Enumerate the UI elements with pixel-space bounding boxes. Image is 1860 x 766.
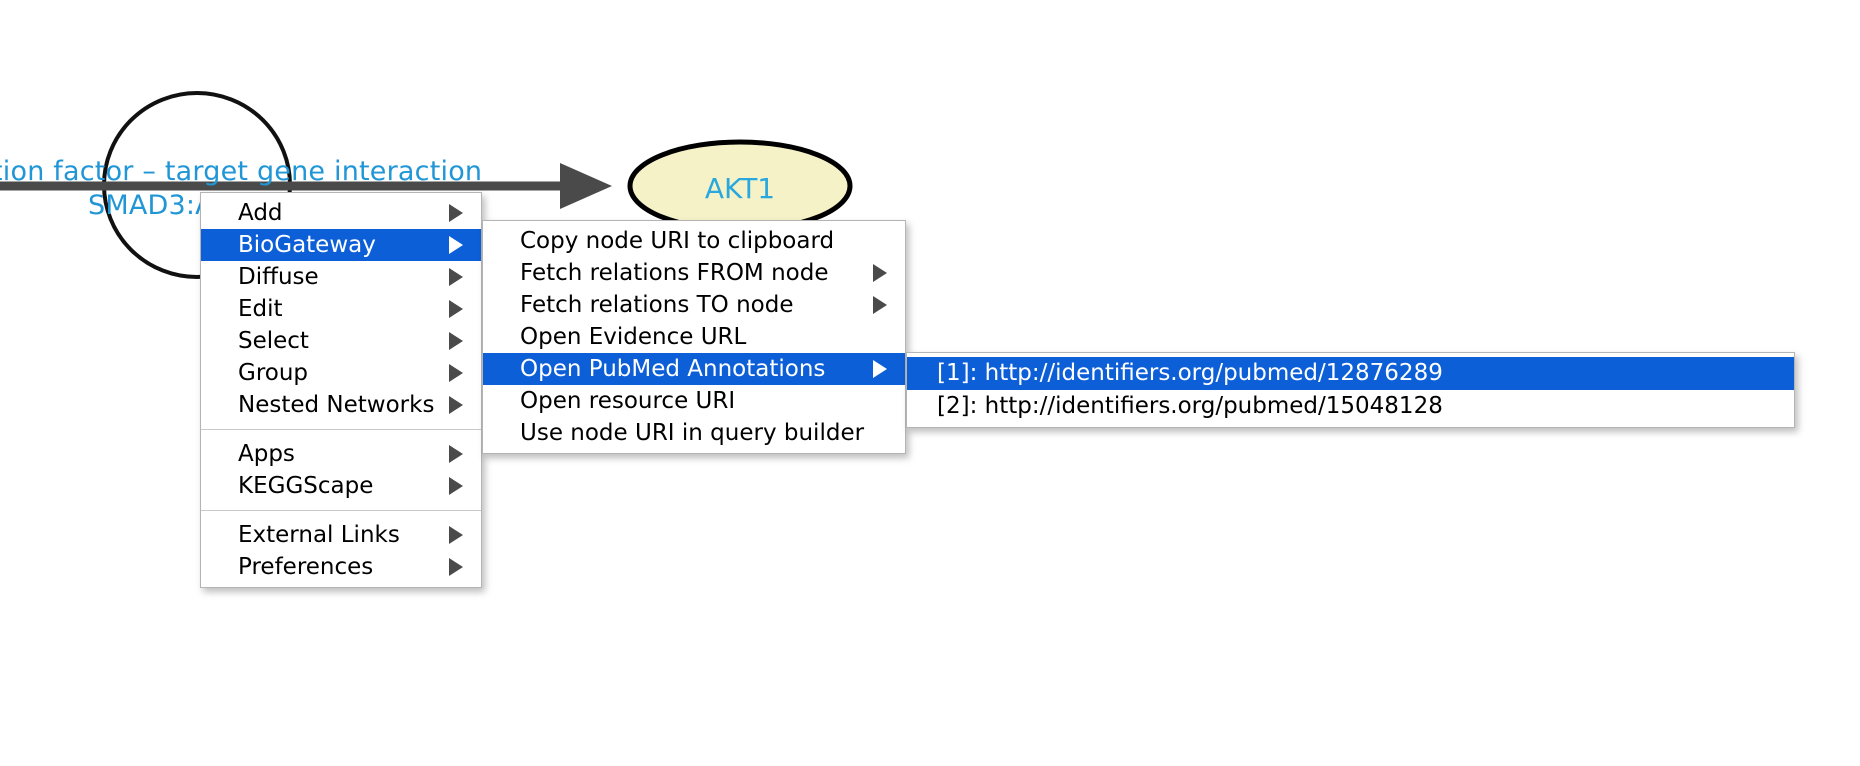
menu-item-label: Apps bbox=[238, 441, 295, 467]
menu-item-fetch-relations-to-node[interactable]: Fetch relations TO node bbox=[483, 289, 905, 321]
menu-item-label: Open Evidence URL bbox=[520, 324, 747, 350]
menu-item-add[interactable]: Add bbox=[201, 197, 481, 229]
menu-item-label: [2]: http://identifiers.org/pubmed/15048… bbox=[937, 393, 1443, 419]
menu-item-label: Fetch relations TO node bbox=[520, 292, 794, 318]
chevron-right-icon bbox=[449, 300, 463, 318]
edge-arrowhead bbox=[560, 163, 612, 209]
chevron-right-icon bbox=[873, 296, 887, 314]
menu-item-label: BioGateway bbox=[238, 232, 376, 258]
menu-item-edit[interactable]: Edit bbox=[201, 293, 481, 325]
menu-item-label: Use node URI in query builder bbox=[520, 420, 865, 446]
chevron-right-icon bbox=[449, 236, 463, 254]
chevron-right-icon bbox=[449, 332, 463, 350]
chevron-right-icon bbox=[449, 204, 463, 222]
edge-label-line-1: tion factor – target gene interaction bbox=[0, 156, 483, 187]
pubmed-annotations-submenu[interactable]: [1]: http://identifiers.org/pubmed/12876… bbox=[906, 352, 1795, 428]
menu-item-keggscape[interactable]: KEGGScape bbox=[201, 470, 481, 502]
menu-item-pubmed-link-2[interactable]: [2]: http://identifiers.org/pubmed/15048… bbox=[907, 390, 1794, 423]
menu-item-label: Open PubMed Annotations bbox=[520, 356, 826, 382]
context-menu[interactable]: Add BioGateway Diffuse Edit Select Group… bbox=[200, 192, 482, 588]
chevron-right-icon bbox=[449, 558, 463, 576]
menu-item-external-links[interactable]: External Links bbox=[201, 519, 481, 551]
node-akt1-label: AKT1 bbox=[704, 172, 776, 205]
menu-item-label: Diffuse bbox=[238, 264, 319, 290]
chevron-right-icon bbox=[873, 264, 887, 282]
menu-item-apps[interactable]: Apps bbox=[201, 438, 481, 470]
menu-item-label: KEGGScape bbox=[238, 473, 374, 499]
menu-item-label: Preferences bbox=[238, 554, 374, 580]
menu-item-label: External Links bbox=[238, 522, 400, 548]
chevron-right-icon bbox=[449, 477, 463, 495]
menu-item-preferences[interactable]: Preferences bbox=[201, 551, 481, 583]
menu-item-label: Fetch relations FROM node bbox=[520, 260, 829, 286]
menu-item-open-evidence-url[interactable]: Open Evidence URL bbox=[483, 321, 905, 353]
chevron-right-icon bbox=[873, 360, 887, 378]
chevron-right-icon bbox=[449, 268, 463, 286]
menu-separator bbox=[201, 429, 481, 430]
menu-item-copy-node-uri[interactable]: Copy node URI to clipboard bbox=[483, 225, 905, 257]
chevron-right-icon bbox=[449, 364, 463, 382]
menu-item-label: Open resource URI bbox=[520, 388, 736, 414]
menu-item-diffuse[interactable]: Diffuse bbox=[201, 261, 481, 293]
menu-separator bbox=[201, 510, 481, 511]
menu-item-nested-networks[interactable]: Nested Networks bbox=[201, 389, 481, 421]
menu-item-label: Group bbox=[238, 360, 309, 386]
menu-item-select[interactable]: Select bbox=[201, 325, 481, 357]
menu-item-open-resource-uri[interactable]: Open resource URI bbox=[483, 385, 905, 417]
biogateway-submenu[interactable]: Copy node URI to clipboard Fetch relatio… bbox=[482, 220, 906, 454]
menu-item-pubmed-link-1[interactable]: [1]: http://identifiers.org/pubmed/12876… bbox=[907, 357, 1794, 390]
menu-item-label: Add bbox=[238, 200, 283, 226]
menu-item-label: Edit bbox=[238, 296, 283, 322]
menu-item-label: Nested Networks bbox=[238, 392, 435, 418]
chevron-right-icon bbox=[449, 445, 463, 463]
menu-item-label: Select bbox=[238, 328, 309, 354]
menu-item-fetch-relations-from-node[interactable]: Fetch relations FROM node bbox=[483, 257, 905, 289]
menu-item-group[interactable]: Group bbox=[201, 357, 481, 389]
menu-item-label: [1]: http://identifiers.org/pubmed/12876… bbox=[937, 360, 1443, 386]
menu-item-biogateway[interactable]: BioGateway bbox=[201, 229, 481, 261]
menu-item-label: Copy node URI to clipboard bbox=[520, 228, 835, 254]
chevron-right-icon bbox=[449, 526, 463, 544]
menu-item-use-node-uri-in-query-builder[interactable]: Use node URI in query builder bbox=[483, 417, 905, 449]
chevron-right-icon bbox=[449, 396, 463, 414]
menu-item-open-pubmed-annotations[interactable]: Open PubMed Annotations bbox=[483, 353, 905, 385]
